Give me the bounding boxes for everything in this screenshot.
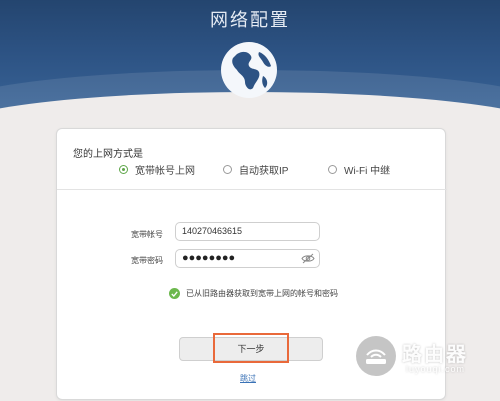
status-text: 已从旧路由器获取到宽带上网的帐号和密码 [186,289,338,298]
radio-label: 自动获取IP [239,166,289,177]
radio-unchecked-icon [328,165,337,174]
check-circle-icon [169,288,180,299]
globe-icon [221,42,277,98]
router-logo-icon [356,336,396,376]
header-banner: 网络配置 [0,0,500,120]
radio-label: Wi-Fi 中继 [344,166,391,177]
connection-type-label: 您的上网方式是 [73,149,143,160]
watermark: 路由器 luyouqi.com [356,336,496,380]
skip-link[interactable]: 跳过 [240,373,256,384]
account-field[interactable]: 140270463615 [175,222,320,241]
status-message: 已从旧路由器获取到宽带上网的帐号和密码 [169,288,338,299]
radio-pppoe[interactable]: 宽带帐号上网 [119,162,195,177]
password-label: 宽带密码 [131,256,163,265]
radio-dhcp[interactable]: 自动获取IP [223,162,288,177]
next-button[interactable]: 下一步 [179,337,323,361]
radio-unchecked-icon [223,165,232,174]
page-title: 网络配置 [210,10,290,30]
eye-slash-icon[interactable] [301,253,315,264]
connection-type-options: 宽带帐号上网 自动获取IP Wi-Fi 中继 [57,162,447,178]
radio-wifi-relay[interactable]: Wi-Fi 中继 [328,162,390,177]
watermark-text: 路由器 [402,344,468,366]
section-divider [57,189,447,190]
password-field[interactable]: ●●●●●●●● [175,249,320,268]
radio-checked-icon [119,165,128,174]
watermark-subtext: luyouqi.com [406,364,466,374]
radio-label: 宽带帐号上网 [135,166,195,177]
account-label: 宽带帐号 [131,230,163,239]
password-value: ●●●●●●●● [182,252,236,264]
